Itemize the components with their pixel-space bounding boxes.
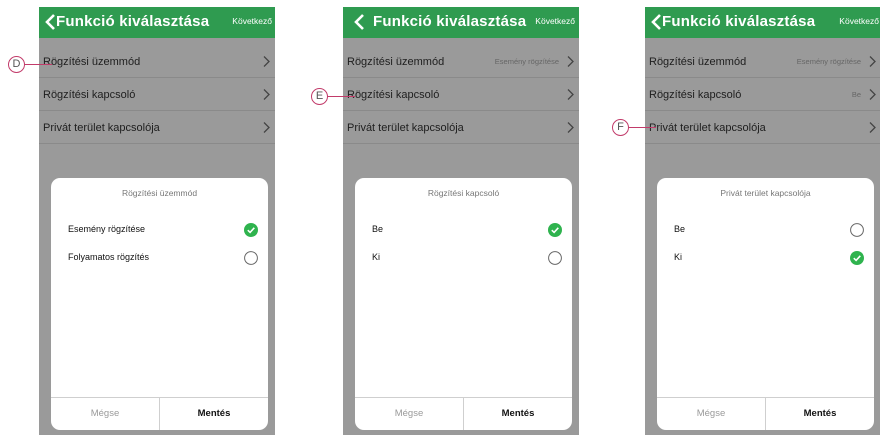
chevron-right-icon [869, 89, 876, 100]
callout-letter: F [612, 119, 629, 136]
next-button[interactable]: Következő [535, 16, 575, 26]
sheet-title: Rögzítési kapcsoló [427, 188, 500, 198]
option-item[interactable]: Be [372, 221, 572, 239]
row-label: Rögzítési üzemmód [347, 56, 445, 68]
page-title: Funkció kiválasztása [662, 13, 816, 30]
phone-screen-3: Funkció kiválasztása Következő Rögzítési… [645, 7, 880, 435]
option-label: Ki [372, 252, 381, 262]
option-item[interactable]: Ki [674, 249, 874, 267]
callout-letter: E [311, 88, 328, 105]
row-label: Privát terület kapcsolója [649, 122, 766, 134]
option-label: Ki [674, 252, 683, 262]
chevron-right-icon [869, 122, 876, 133]
radio-empty-icon[interactable] [850, 223, 864, 237]
next-button[interactable]: Következő [232, 16, 272, 26]
check-circle-icon[interactable] [244, 223, 258, 237]
page-title: Funkció kiválasztása [56, 13, 210, 30]
row-recording-switch[interactable]: Rögzítési kapcsoló Be [645, 79, 880, 111]
selection-sheet: Privát terület kapcsolója Be Ki Mégse Me… [657, 178, 874, 430]
radio-empty-icon[interactable] [244, 251, 258, 265]
selection-sheet: Rögzítési kapcsoló Be Ki Mégse Mentés [355, 178, 572, 430]
cancel-button[interactable]: Mégse [657, 398, 765, 430]
option-item[interactable]: Ki [372, 249, 572, 267]
row-label: Rögzítési üzemmód [649, 56, 747, 68]
row-label: Rögzítési kapcsoló [347, 89, 440, 101]
row-value: Esemény rögzítése [494, 57, 559, 66]
row-label: Privát terület kapcsolója [347, 122, 464, 134]
row-label: Privát terület kapcsolója [43, 122, 160, 134]
chevron-right-icon [263, 89, 270, 100]
header-bar: Funkció kiválasztása Következő [39, 7, 275, 38]
callout-leader-line [628, 127, 656, 128]
header-bar: Funkció kiválasztása Következő [343, 7, 579, 38]
header-bar: Funkció kiválasztása Következő [645, 7, 880, 38]
row-recording-switch[interactable]: Rögzítési kapcsoló [343, 79, 579, 111]
callout-leader-line [327, 96, 355, 97]
check-circle-icon[interactable] [548, 223, 562, 237]
chevron-right-icon [567, 122, 574, 133]
chevron-right-icon [567, 56, 574, 67]
chevron-right-icon [263, 56, 270, 67]
cancel-button[interactable]: Mégse [355, 398, 463, 430]
back-chevron-icon[interactable] [351, 11, 371, 33]
option-label: Be [372, 224, 384, 234]
chevron-right-icon [869, 56, 876, 67]
row-label: Rögzítési kapcsoló [43, 89, 136, 101]
next-button[interactable]: Következő [839, 16, 879, 26]
option-item[interactable]: Esemény rögzítése [68, 221, 268, 239]
row-value: Esemény rögzítése [796, 57, 861, 66]
row-privacy-switch[interactable]: Privát terület kapcsolója [343, 112, 579, 144]
row-privacy-switch[interactable]: Privát terület kapcsolója [645, 112, 880, 144]
row-recording-mode[interactable]: Rögzítési üzemmód Esemény rögzítése [343, 46, 579, 78]
option-item[interactable]: Be [674, 221, 874, 239]
selection-sheet: Rögzítési üzemmód Esemény rögzítése Foly… [51, 178, 268, 430]
radio-empty-icon[interactable] [548, 251, 562, 265]
callout-letter: D [8, 56, 25, 73]
row-recording-switch[interactable]: Rögzítési kapcsoló [39, 79, 275, 111]
option-label: Esemény rögzítése [68, 224, 146, 234]
row-value: Be [851, 90, 861, 99]
cancel-button[interactable]: Mégse [51, 398, 159, 430]
chevron-right-icon [567, 89, 574, 100]
row-label: Rögzítési üzemmód [43, 56, 141, 68]
sheet-title: Privát terület kapcsolója [720, 188, 811, 198]
sheet-title: Rögzítési üzemmód [121, 188, 198, 198]
option-item[interactable]: Folyamatos rögzítés [68, 249, 268, 267]
save-button[interactable]: Mentés [766, 398, 874, 430]
option-label: Be [674, 224, 686, 234]
chevron-right-icon [263, 122, 270, 133]
page-title: Funkció kiválasztása [373, 13, 527, 30]
check-circle-icon[interactable] [850, 251, 864, 265]
phone-screen-1: Funkció kiválasztása Következő Rögzítési… [39, 7, 275, 435]
option-label: Folyamatos rögzítés [68, 252, 150, 262]
row-recording-mode[interactable]: Rögzítési üzemmód [39, 46, 275, 78]
row-privacy-switch[interactable]: Privát terület kapcsolója [39, 112, 275, 144]
save-button[interactable]: Mentés [160, 398, 268, 430]
callout-leader-line [24, 64, 52, 65]
phone-screen-2: Funkció kiválasztása Következő Rögzítési… [343, 7, 579, 435]
save-button[interactable]: Mentés [464, 398, 572, 430]
row-label: Rögzítési kapcsoló [649, 89, 742, 101]
row-recording-mode[interactable]: Rögzítési üzemmód Esemény rögzítése [645, 46, 880, 78]
